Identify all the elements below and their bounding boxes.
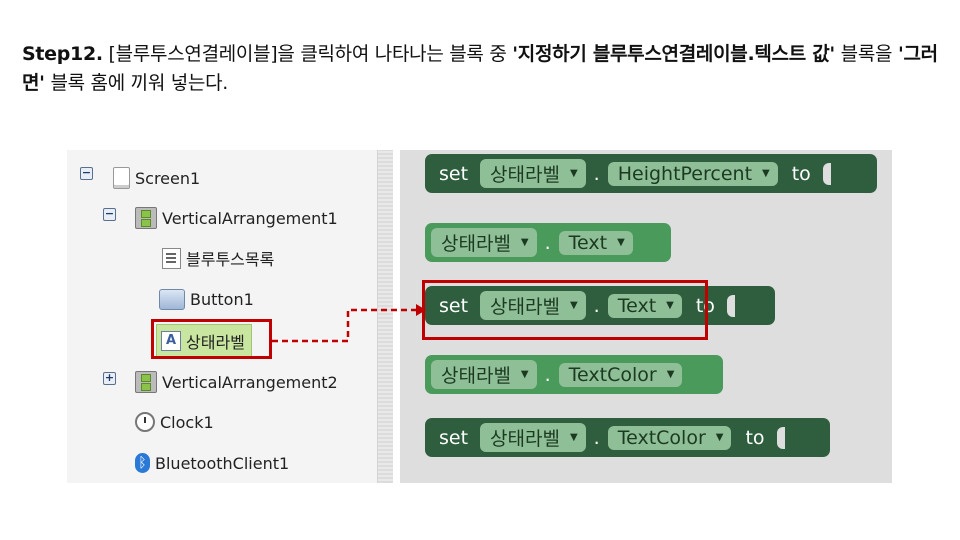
dropdown-value: 상태라벨 (490, 164, 560, 186)
tree-node-clock1[interactable]: Clock1 (135, 410, 214, 434)
dropdown-arrow-icon: ▼ (569, 168, 578, 179)
block-get-textcolor[interactable]: 상태라벨 ▼ . TextColor ▼ (425, 355, 723, 394)
tree-node-list[interactable]: 블루투스목록 (162, 246, 274, 270)
block-to: to (791, 162, 811, 185)
tree-node-label: VerticalArrangement1 (162, 208, 338, 228)
block-keyword: set (439, 162, 469, 185)
dropdown-value: TextColor (568, 363, 657, 386)
tree-node-screen1[interactable]: Screen1 (113, 166, 200, 190)
clock-icon (135, 412, 155, 432)
screen-icon (113, 167, 130, 189)
property-dropdown[interactable]: TextColor ▼ (558, 362, 683, 387)
panel-splitter[interactable] (377, 150, 393, 483)
component-dropdown[interactable]: 상태라벨 ▼ (480, 159, 586, 188)
dropdown-value: HeightPercent (617, 162, 753, 185)
heading-text-5: 블록 홈에 끼워 넣는다. (44, 72, 229, 94)
expand-toggle-va2[interactable]: + (103, 372, 116, 385)
tree-node-va2[interactable]: VerticalArrangement2 (135, 370, 338, 394)
tree-node-label: Clock1 (160, 412, 214, 432)
component-dropdown[interactable]: 상태라벨 ▼ (480, 423, 586, 452)
component-dropdown[interactable]: 상태라벨 ▼ (431, 360, 537, 389)
block-keyword: set (439, 426, 469, 449)
block-set-heightpercent[interactable]: set 상태라벨 ▼ . HeightPercent ▼ to (425, 154, 877, 193)
tree-node-bluetoothclient1[interactable]: ᛒ BluetoothClient1 (135, 451, 289, 475)
dropdown-arrow-icon: ▼ (762, 168, 770, 179)
dropdown-value: Text (568, 231, 608, 254)
value-socket[interactable] (822, 162, 831, 185)
component-tree: − Screen1 − VerticalArrangement1 블루투스목록 … (67, 150, 377, 483)
dropdown-value: 상태라벨 (441, 233, 511, 255)
button-icon (159, 288, 185, 310)
dropdown-arrow-icon: ▼ (666, 369, 675, 380)
dropdown-value: 상태라벨 (490, 428, 560, 450)
dropdown-arrow-icon: ▼ (520, 237, 529, 248)
heading-text-2: '지정하기 블루투스연결레이블.텍스트 값' (512, 43, 835, 65)
value-socket[interactable] (726, 294, 735, 317)
block-to: to (745, 426, 765, 449)
highlight-box-block (422, 280, 708, 340)
block-dot: . (593, 426, 600, 449)
tree-node-button1[interactable]: Button1 (159, 287, 254, 311)
highlight-box-tree-node (151, 319, 272, 359)
listpicker-icon (162, 247, 181, 269)
block-set-textcolor[interactable]: set 상태라벨 ▼ . TextColor ▼ to (425, 418, 830, 457)
heading-text-3: 블록을 (834, 43, 898, 65)
property-dropdown[interactable]: Text ▼ (558, 230, 633, 255)
block-dot: . (593, 162, 600, 185)
tree-node-label: 블루투스목록 (186, 250, 275, 269)
dropdown-value: 상태라벨 (441, 365, 511, 387)
instruction-heading: Step12. [블루투스연결레이블]을 클릭하여 나타나는 블록 중 '지정하… (22, 40, 942, 98)
dropdown-arrow-icon: ▼ (617, 237, 625, 248)
tree-node-label: BluetoothClient1 (155, 453, 290, 473)
value-socket[interactable] (776, 426, 785, 449)
dropdown-value: TextColor (617, 426, 706, 449)
dropdown-arrow-icon: ▼ (715, 432, 724, 443)
block-dot: . (544, 363, 551, 386)
block-dot: . (544, 231, 551, 254)
property-dropdown[interactable]: HeightPercent ▼ (607, 161, 778, 186)
dropdown-arrow-icon: ▼ (520, 369, 529, 380)
dropdown-arrow-icon: ▼ (569, 432, 578, 443)
collapse-toggle-screen1[interactable]: − (80, 167, 93, 180)
block-get-text[interactable]: 상태라벨 ▼ . Text ▼ (425, 223, 671, 262)
step-number: Step12. (22, 43, 103, 65)
tree-node-label: Button1 (190, 289, 254, 309)
bluetooth-icon: ᛒ (135, 453, 150, 473)
component-dropdown[interactable]: 상태라벨 ▼ (431, 228, 537, 257)
tree-node-va1[interactable]: VerticalArrangement1 (135, 206, 338, 230)
heading-text-1: [블루투스연결레이블]을 클릭하여 나타나는 블록 중 (102, 43, 513, 65)
vertical-arrangement-icon (135, 371, 157, 393)
vertical-arrangement-icon (135, 207, 157, 229)
collapse-toggle-va1[interactable]: − (103, 208, 116, 221)
tree-node-label: Screen1 (135, 168, 201, 188)
property-dropdown[interactable]: TextColor ▼ (607, 425, 732, 450)
tree-node-label: VerticalArrangement2 (162, 372, 338, 392)
